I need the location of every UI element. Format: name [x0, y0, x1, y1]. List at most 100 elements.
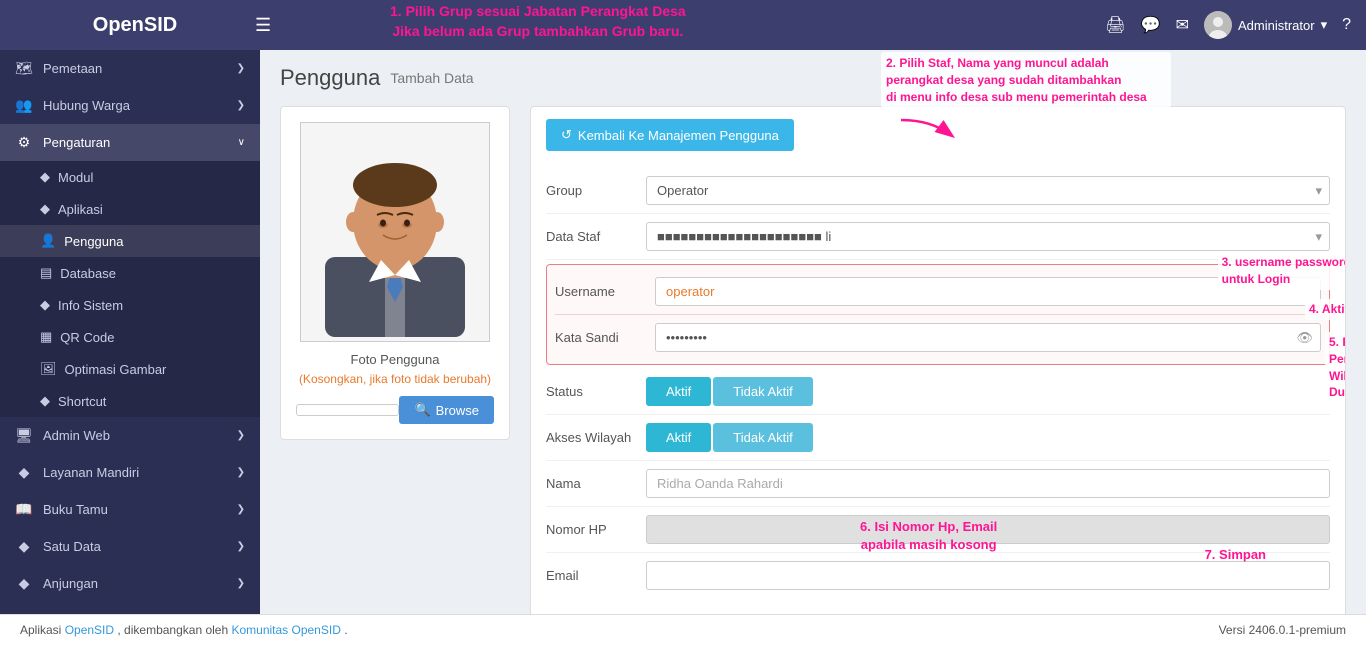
opensid-link[interactable]: OpenSID — [65, 623, 114, 637]
sidebar-item-label: Buku Tamu — [43, 502, 227, 517]
sidebar-item-pengaturan[interactable]: ⚙ Pengaturan ∨ — [0, 124, 260, 161]
kata-sandi-label: Kata Sandi — [555, 330, 655, 345]
admin-user-menu[interactable]: Administrator ▾ — [1204, 11, 1327, 39]
chat-icon[interactable]: 💬 — [1141, 15, 1161, 35]
modul-icon: ◆ — [40, 169, 50, 185]
eye-icon[interactable]: 👁 — [1296, 330, 1313, 346]
sidebar-item-label: Layanan Mandiri — [43, 465, 227, 480]
nomor-hp-input[interactable] — [646, 515, 1330, 544]
sidebar-item-label: Hubung Warga — [43, 98, 227, 113]
annotation-1: 1. Pilih Grup sesuai Jabatan Perangkat D… — [390, 2, 686, 41]
group-label: Group — [546, 183, 646, 198]
pemetaan-icon: 🗺 — [15, 60, 33, 77]
username-input[interactable] — [655, 277, 1321, 306]
admin-label: Administrator — [1238, 18, 1315, 33]
anjungan-icon: ◆ — [15, 575, 33, 592]
akses-aktif-button[interactable]: Aktif — [646, 423, 711, 452]
photo-hint: (Kosongkan, jika foto tidak berubah) — [296, 372, 494, 386]
sidebar-item-anjungan[interactable]: ◆ Anjungan ❯ — [0, 565, 260, 602]
password-input[interactable] — [655, 323, 1321, 352]
sidebar-item-aplikasi[interactable]: ◆ Aplikasi — [0, 193, 260, 225]
chevron-icon: ❯ — [237, 504, 245, 515]
form-row-status: Status Aktif Tidak Aktif — [546, 369, 1330, 415]
sidebar-item-buku-tamu[interactable]: 📖 Buku Tamu ❯ — [0, 491, 260, 528]
sidebar-item-layanan-mandiri[interactable]: ◆ Layanan Mandiri ❯ — [0, 454, 260, 491]
form-row-akses-wilayah: Akses Wilayah Aktif Tidak Aktif — [546, 415, 1330, 461]
sidebar-item-label: Admin Web — [43, 428, 227, 443]
data-staf-label: Data Staf — [546, 229, 646, 244]
email-label: Email — [546, 568, 646, 583]
sidebar-item-label: Anjungan — [43, 576, 227, 591]
buku-tamu-icon: 📖 — [15, 501, 33, 518]
aplikasi-icon: ◆ — [40, 201, 50, 217]
chevron-icon: ❯ — [237, 467, 245, 478]
shortcut-icon: ◆ — [40, 393, 50, 409]
arrow-decoration-1 — [891, 115, 971, 148]
chevron-icon: ❯ — [237, 578, 245, 589]
sidebar-item-info-sistem[interactable]: ◆ Info Sistem — [0, 289, 260, 321]
sidebar-item-label: Satu Data — [43, 539, 227, 554]
sidebar-item-modul[interactable]: ◆ Modul — [0, 161, 260, 193]
print-icon[interactable]: 🖨 — [1105, 15, 1125, 35]
akses-wilayah-toggle-group: Aktif Tidak Aktif — [646, 423, 813, 452]
hamburger-icon[interactable]: ☰ — [255, 15, 271, 36]
sidebar-item-admin-web[interactable]: 🖥 Admin Web ❯ — [0, 417, 260, 454]
footer-text: Aplikasi OpenSID , dikembangkan oleh Kom… — [20, 623, 348, 637]
hubung-warga-icon: 👥 — [15, 97, 33, 114]
sidebar-item-prodeskel[interactable]: ◆ Prodeskel ❯ — [0, 602, 260, 614]
sidebar-item-qr-code[interactable]: ▦ QR Code — [0, 321, 260, 353]
admin-web-icon: 🖥 — [15, 427, 33, 444]
chevron-down-icon: ▾ — [1321, 17, 1328, 33]
photo-box — [300, 122, 490, 342]
main-content: Pengguna Tambah Data — [260, 50, 1366, 614]
komunitas-link[interactable]: Komunitas OpenSID — [231, 623, 340, 637]
top-nav-right: 🖨 💬 ✉ Administrator ▾ ? — [1105, 11, 1351, 39]
content-row: Foto Pengguna (Kosongkan, jika foto tida… — [280, 106, 1346, 614]
nama-label: Nama — [546, 476, 646, 491]
avatar — [1204, 11, 1232, 39]
refresh-icon: ↺ — [561, 127, 572, 143]
sidebar-item-label: Pemetaan — [43, 61, 227, 76]
email-input[interactable] — [646, 561, 1330, 590]
akses-tidak-aktif-button[interactable]: Tidak Aktif — [713, 423, 812, 452]
status-tidak-aktif-button[interactable]: Tidak Aktif — [713, 377, 812, 406]
status-toggle-group: Aktif Tidak Aktif — [646, 377, 813, 406]
sidebar-item-hubung-warga[interactable]: 👥 Hubung Warga ❯ — [0, 87, 260, 124]
help-icon[interactable]: ? — [1342, 16, 1351, 34]
status-label: Status — [546, 384, 646, 399]
data-staf-select[interactable]: ■■■■■■■■■■■■■■■■■■■■■ li — [646, 222, 1330, 251]
satu-data-icon: ◆ — [15, 538, 33, 555]
chevron-down-icon: ∨ — [238, 137, 245, 148]
sidebar-item-database[interactable]: ▤ Database — [0, 257, 260, 289]
pengaturan-submenu: ◆ Modul ◆ Aplikasi 👤 Pengguna ▤ Database… — [0, 161, 260, 417]
chevron-icon: ❯ — [237, 430, 245, 441]
sidebar-item-optimasi-gambar[interactable]: 🖼 Optimasi Gambar — [0, 353, 260, 385]
form-card: ↺ Kembali Ke Manajemen Pengguna — [530, 106, 1346, 614]
page-subtitle: Tambah Data — [390, 70, 473, 86]
sidebar-item-pemetaan[interactable]: 🗺 Pemetaan ❯ — [0, 50, 260, 87]
form-row-kata-sandi: Kata Sandi 👁 — [555, 315, 1321, 360]
group-select[interactable]: Operator — [646, 176, 1330, 205]
form-row-data-staf: Data Staf ■■■■■■■■■■■■■■■■■■■■■ li ▾ — [546, 214, 1330, 260]
chevron-icon: ❯ — [237, 541, 245, 552]
sidebar-item-pengguna[interactable]: 👤 Pengguna — [0, 225, 260, 257]
browse-button[interactable]: 🔍 Browse — [399, 396, 494, 424]
mail-icon[interactable]: ✉ — [1176, 15, 1189, 35]
group-select-wrap: Operator ▾ — [646, 176, 1330, 205]
info-sistem-icon: ◆ — [40, 297, 50, 313]
sidebar-item-satu-data[interactable]: ◆ Satu Data ❯ — [0, 528, 260, 565]
form-row-email: Email — [546, 553, 1330, 598]
chevron-icon: ❯ — [237, 63, 245, 74]
form-body: Group Operator ▾ Data Staf — [531, 163, 1345, 613]
status-aktif-button[interactable]: Aktif — [646, 377, 711, 406]
sidebar-item-label: Pengaturan — [43, 135, 228, 150]
search-icon: 🔍 — [414, 402, 430, 418]
nama-input[interactable] — [646, 469, 1330, 498]
version-text: Versi 2406.0.1-premium — [1219, 623, 1346, 637]
sidebar-item-shortcut[interactable]: ◆ Shortcut — [0, 385, 260, 417]
form-row-nomor-hp: Nomor HP — [546, 507, 1330, 553]
browse-area: 🔍 Browse — [296, 396, 494, 424]
username-label: Username — [555, 284, 655, 299]
qr-code-icon: ▦ — [40, 329, 52, 345]
back-button[interactable]: ↺ Kembali Ke Manajemen Pengguna — [546, 119, 794, 151]
